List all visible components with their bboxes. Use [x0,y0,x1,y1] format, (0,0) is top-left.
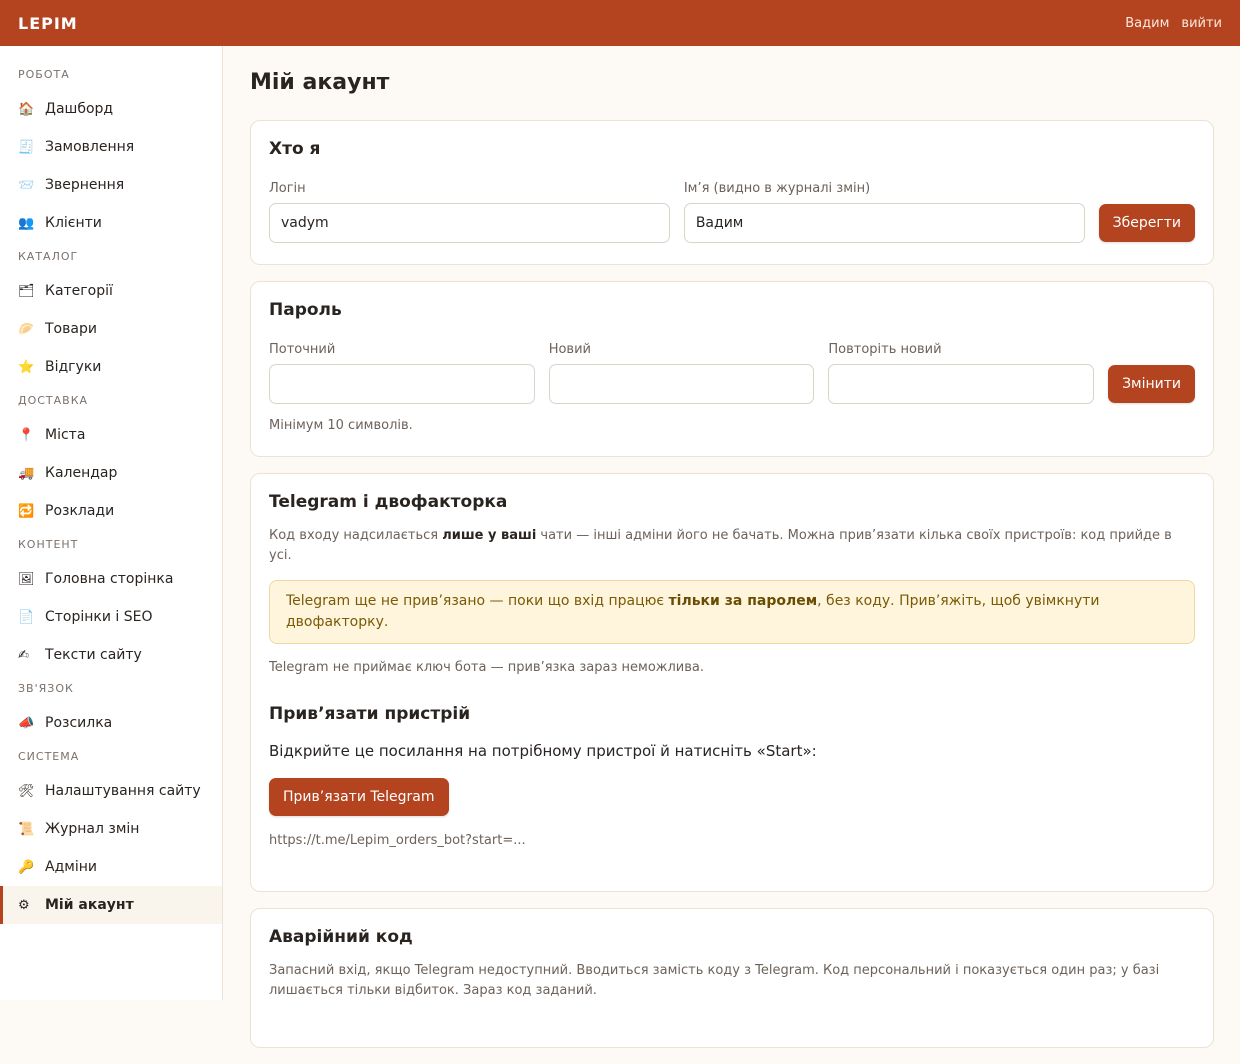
sidebar-item[interactable]: 📄 Сторінки і SEO [0,598,222,636]
emergency-card: Аварійний код Запасний вхід, якщо Telegr… [250,908,1214,1048]
sidebar-item-label: Розсилка [45,715,113,731]
emergency-description: Запасний вхід, якщо Telegram недоступний… [269,963,1160,998]
brand-logo[interactable]: LEPIM [18,14,78,33]
sidebar-item[interactable]: ⭐ Відгуки [0,348,222,386]
tools-icon: 🛠 [18,783,35,799]
sidebar-item[interactable]: ✍ Тексти сайту [0,636,222,674]
name-label: Ім’я (видно в журналі змін) [683,181,871,196]
telegram-note: Telegram не приймає ключ бота — прив’язк… [269,660,705,675]
nav-section-title: КАТАЛОГ [18,250,79,263]
telegram-card: Telegram і двофакторка Код входу надсила… [250,473,1214,892]
sidebar-item-label: Відгуки [45,359,102,375]
main-content: Мій акаунт Хто я Логін vadym Ім’я (видно… [250,46,1214,1064]
folder-icon: 🗂 [18,283,35,299]
sidebar-item-label: Тексти сайту [45,647,142,663]
sidebar-item[interactable]: 🔁 Розклади [0,492,222,530]
dumpling-icon: 🥟 [18,321,35,337]
new-password-label: Новий [548,342,591,357]
sidebar-item-label: Календар [45,465,118,481]
sidebar-item[interactable]: ⚙ Мій акаунт [0,886,222,924]
login-input[interactable]: vadym [269,203,670,243]
sidebar-item-label: Замовлення [45,139,135,155]
telegram-description: Код входу надсилається лише у ваші чати … [269,528,1172,563]
sidebar-item-label: Категорії [45,283,113,299]
who-heading: Хто я [269,139,321,159]
current-user[interactable]: Вадим [1125,16,1169,31]
sidebar-item-label: Сторінки і SEO [45,609,153,625]
change-password-button[interactable]: Змінити [1108,365,1195,403]
truck-icon: 🚚 [18,465,35,481]
sidebar-item[interactable]: 🥟 Товари [0,310,222,348]
sidebar-item[interactable]: 🚚 Календар [0,454,222,492]
telegram-warning: Telegram ще не прив’язано — поки що вхід… [269,580,1195,644]
password-heading: Пароль [269,300,342,320]
sidebar: РОБОТА 🏠 Дашборд 🧾 Замовлення 📨 Звернення 👥 Кліє… [0,46,223,1000]
emergency-heading: Аварійний код [269,927,413,947]
save-button[interactable]: Зберегти [1098,204,1195,242]
current-password-label: Поточний [269,342,336,357]
bind-device-heading: Прив’язати пристрій [269,704,471,724]
sidebar-item[interactable]: 📜 Журнал змін [0,810,222,848]
repeat-icon: 🔁 [18,503,35,519]
sidebar-item-label: Головна сторінка [45,571,174,587]
sidebar-item[interactable]: 👥 Клієнти [0,204,222,242]
login-label: Логін [269,181,306,196]
sidebar-item-label: Налаштування сайту [45,783,201,799]
who-card: Хто я Логін vadym Ім’я (видно в журналі … [250,120,1214,265]
sidebar-item[interactable]: 📨 Звернення [0,166,222,204]
sidebar-item[interactable]: 📍 Міста [0,416,222,454]
nav-section-title: ЗВ'ЯЗОК [18,682,74,695]
page-title: Мій акаунт [250,70,390,95]
bind-instruction: Відкрийте це посилання на потрібному при… [269,742,817,760]
people-icon: 👥 [18,215,35,231]
star-icon: ⭐ [18,359,35,375]
sidebar-item-label: Адміни [45,859,97,875]
telegram-heading: Telegram і двофакторка [269,492,508,512]
password-hint: Мінімум 10 символів. [269,418,413,433]
nav-section-title: СИСТЕМА [18,750,80,763]
sidebar-item-label: Мій акаунт [45,897,134,913]
nav-section-title: КОНТЕНТ [18,538,79,551]
sidebar-item-label: Клієнти [45,215,102,231]
scroll-icon: 📜 [18,821,35,837]
logout-link[interactable]: вийти [1181,16,1222,31]
name-input[interactable]: Вадим [683,203,1085,243]
current-password-input[interactable] [269,364,535,404]
page-icon: 📄 [18,609,35,625]
sidebar-item[interactable]: 📣 Розсилка [0,704,222,742]
repeat-password-input[interactable] [828,364,1095,404]
sidebar-item[interactable]: 🔑 Адміни [0,848,222,886]
sidebar-item-label: Журнал змін [45,821,140,837]
new-password-input[interactable] [548,364,815,404]
envelope-icon: 📨 [18,177,35,193]
top-bar: LEPIM Вадим вийти [0,0,1240,46]
sidebar-item-label: Дашборд [45,101,114,117]
gear-icon: ⚙ [18,897,30,913]
sidebar-item[interactable]: 🗂 Категорії [0,272,222,310]
sidebar-item[interactable]: 🏠 Дашборд [0,90,222,128]
nav-section-title: ДОСТАВКА [18,394,89,407]
bind-telegram-button[interactable]: Прив’язати Telegram [269,778,449,816]
key-icon: 🔑 [18,859,35,875]
sidebar-item-label: Товари [45,321,97,337]
pin-icon: 📍 [18,427,35,443]
sidebar-item[interactable]: 🛠 Налаштування сайту [0,772,222,810]
sidebar-item-label: Звернення [45,177,125,193]
sidebar-item[interactable]: 🖼 Головна сторінка [0,560,222,598]
password-card: Пароль Поточний Новий Повторіть новий Зм… [250,281,1214,457]
receipt-icon: 🧾 [18,139,35,155]
house-icon: 🏠 [18,101,35,117]
megaphone-icon: 📣 [18,715,35,731]
telegram-link[interactable]: https://t.me/Lepim_orders_bot?start=... [269,833,1195,848]
sidebar-item-label: Міста [45,427,86,443]
nav-section-title: РОБОТА [18,68,70,81]
sidebar-item-label: Розклади [45,503,115,519]
repeat-password-label: Повторіть новий [828,342,942,357]
writing-icon: ✍ [18,647,29,663]
sidebar-item[interactable]: 🧾 Замовлення [0,128,222,166]
picture-icon: 🖼 [18,571,35,587]
